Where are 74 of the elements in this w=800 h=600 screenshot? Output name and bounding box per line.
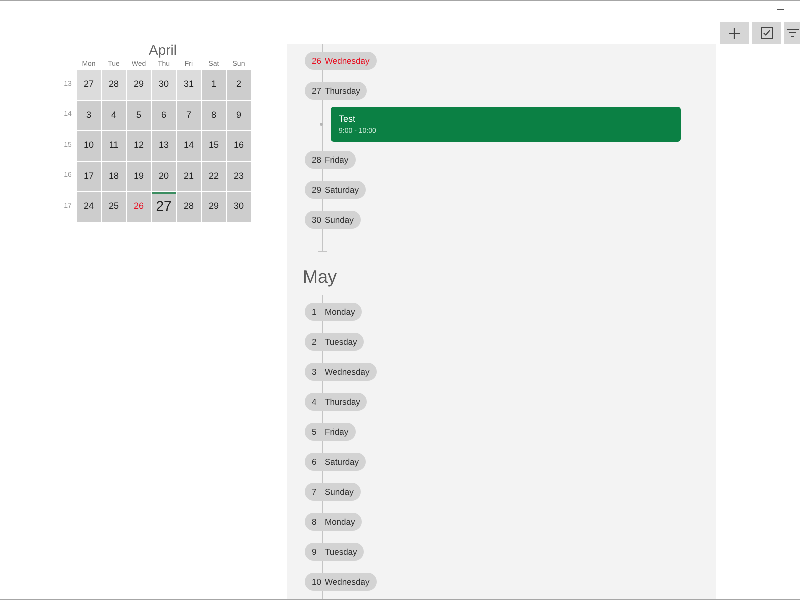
calendar-day[interactable]: 30 — [152, 70, 176, 100]
minimize-icon — [776, 8, 784, 10]
day-number: 4 — [312, 397, 318, 407]
day-number: 26 — [312, 56, 322, 66]
calendar-day[interactable]: 16 — [227, 131, 251, 160]
calendar-day[interactable]: 10 — [77, 131, 101, 160]
calendar-day[interactable]: 19 — [127, 162, 151, 191]
filter-button[interactable] — [784, 22, 800, 44]
weekday-name: Wednesday — [325, 56, 370, 66]
weekday-name: Wednesday — [325, 367, 370, 377]
day-number: 9 — [312, 547, 318, 557]
calendar-day[interactable]: 20 — [152, 162, 176, 191]
day-number: 6 — [312, 457, 318, 467]
weekday-name: Thursday — [325, 397, 360, 407]
calendar-day[interactable]: 24 — [77, 192, 101, 222]
weekday-name: Friday — [325, 155, 349, 165]
calendar-day[interactable]: 3 — [77, 100, 101, 130]
weekday-name: Monday — [325, 517, 356, 527]
day-number: 7 — [312, 487, 318, 497]
weekday-name: Friday — [325, 427, 349, 437]
calendar-day[interactable]: 27 — [77, 70, 101, 100]
calendar-day[interactable]: 6 — [152, 100, 176, 130]
day-number: 30 — [312, 215, 322, 225]
calendar-day[interactable]: 14 — [177, 131, 201, 160]
day-number: 29 — [312, 185, 322, 195]
plus-icon — [729, 28, 740, 38]
add-button[interactable] — [720, 22, 749, 44]
calendar-day[interactable]: 8 — [202, 100, 226, 130]
weekday-name: Wednesday — [325, 577, 370, 587]
calendar-day[interactable]: 4 — [102, 100, 126, 130]
calendar-day[interactable]: 25 — [102, 192, 126, 222]
calendar-day[interactable]: 2 — [227, 70, 251, 100]
calendar-day[interactable]: 29 — [127, 70, 151, 100]
day-number: 1 — [312, 307, 318, 317]
calendar-day[interactable]: 1 — [202, 70, 226, 100]
calendar-day[interactable]: 13 — [152, 131, 176, 160]
calendar-day[interactable]: 7 — [177, 100, 201, 130]
weekday-name: Thursday — [325, 86, 360, 96]
calendar-day[interactable]: 29 — [202, 192, 226, 222]
month-title: April — [148, 41, 178, 59]
month-heading: May — [303, 267, 338, 287]
weekday-name: Sunday — [325, 487, 354, 497]
day-number: 3 — [312, 367, 318, 377]
event-title: Test — [339, 113, 357, 125]
weekday-name: Saturday — [325, 457, 360, 467]
calendar-day[interactable]: 23 — [227, 162, 251, 191]
calendar-day[interactable]: 15 — [202, 131, 226, 160]
filter-icon — [787, 29, 799, 37]
checkbox-icon — [760, 27, 772, 39]
calendar-day[interactable]: 28 — [177, 192, 201, 222]
calendar-day[interactable]: 11 — [102, 131, 126, 160]
tasks-button[interactable] — [752, 22, 781, 44]
day-number: 10 — [312, 577, 322, 587]
weekday-name: Tuesday — [325, 337, 358, 347]
calendar-day[interactable]: 9 — [227, 100, 251, 130]
calendar-day[interactable]: 28 — [102, 70, 126, 100]
weekday-name: Saturday — [325, 185, 360, 195]
calendar-day[interactable]: 18 — [102, 162, 126, 191]
weekday-name: Sunday — [325, 215, 354, 225]
calendar-day[interactable]: 22 — [202, 162, 226, 191]
calendar-day[interactable]: 30 — [227, 192, 251, 222]
calendar-day[interactable]: 17 — [77, 162, 101, 191]
day-number: 27 — [312, 86, 322, 96]
calendar-day[interactable]: 27 — [152, 192, 176, 222]
weekday-name: Tuesday — [325, 547, 358, 557]
calendar-day[interactable]: 5 — [127, 100, 151, 130]
calendar-day[interactable]: 31 — [177, 70, 201, 100]
day-number: 28 — [312, 155, 322, 165]
weekday-name: Monday — [325, 307, 356, 317]
calendar-day[interactable]: 12 — [127, 131, 151, 160]
day-number: 2 — [312, 337, 318, 347]
day-number: 5 — [312, 427, 318, 437]
calendar-day[interactable]: 21 — [177, 162, 201, 191]
day-number: 8 — [312, 517, 318, 527]
